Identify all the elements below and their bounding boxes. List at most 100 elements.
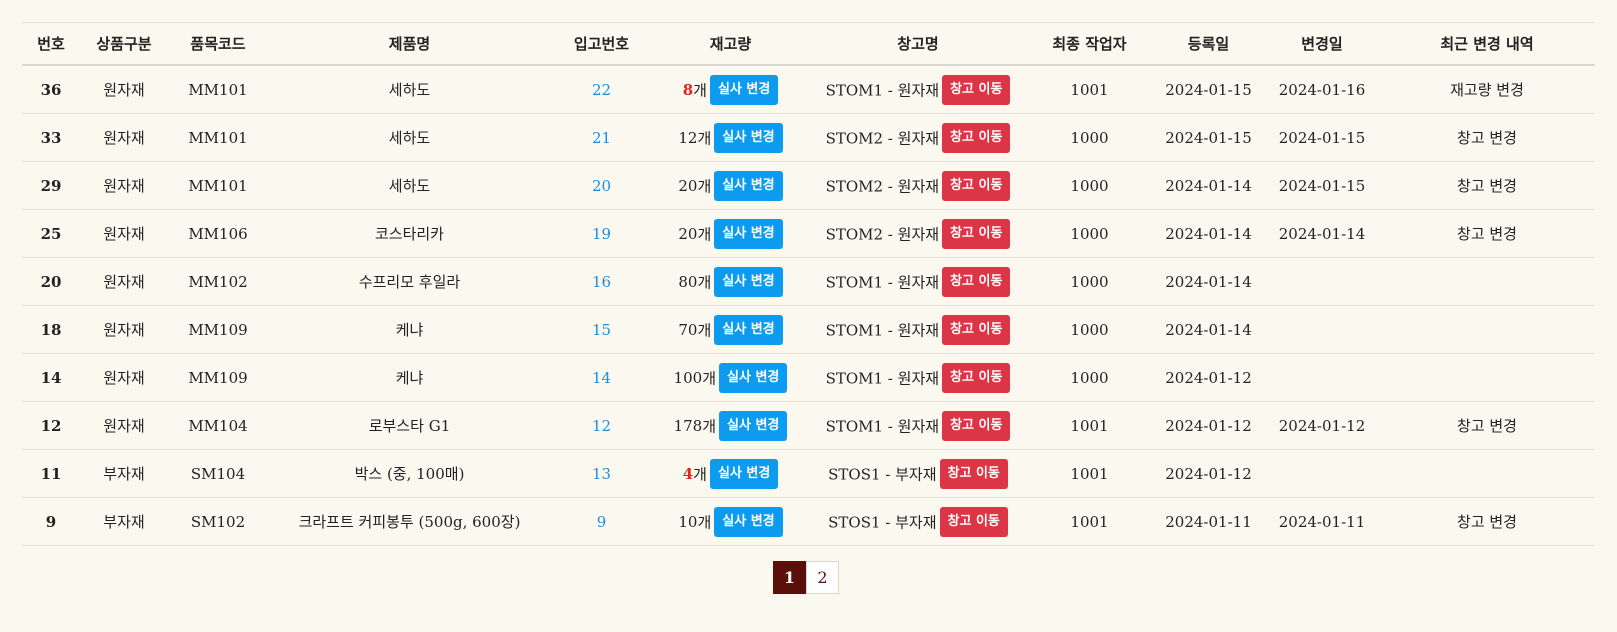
row-category: 원자재 [80,257,168,306]
page-button-2[interactable]: 2 [806,561,839,594]
adjust-stock-button[interactable]: 실사 변경 [709,74,779,105]
header-category: 상품구분 [80,22,168,66]
warehouse-name: STOM1 - 원자재 [825,321,940,339]
warehouse-name: STOM1 - 원자재 [825,417,940,435]
row-stock-cell: 12개 실사 변경 [652,113,809,162]
row-registered-date: 2024-01-15 [1152,65,1265,114]
row-changed-date: 2024-01-11 [1265,497,1379,546]
inventory-table-container: 번호 상품구분 품목코드 제품명 입고번호 재고량 창고명 최종 작업자 등록일… [22,22,1595,546]
adjust-stock-button[interactable]: 실사 변경 [714,314,783,345]
adjust-stock-button[interactable]: 실사 변경 [719,362,788,393]
page-button-1[interactable]: 1 [773,561,806,594]
row-product-name: 수프리모 후일라 [268,257,551,306]
row-last-worker: 1000 [1027,353,1152,402]
row-inbound-link[interactable]: 14 [551,353,652,402]
row-changed-date: 2024-01-12 [1265,401,1379,450]
row-recent-history [1379,353,1595,402]
header-warehouse: 창고명 [809,22,1027,66]
row-inbound-link[interactable]: 13 [551,449,652,498]
move-warehouse-button[interactable]: 창고 이동 [942,170,1011,201]
table-row: 29 원자재 MM101 세하도 20 20개 실사 변경 STOM2 - 원자재 창고 이동 1… [22,161,1595,210]
adjust-stock-button[interactable]: 실사 변경 [714,506,783,537]
stock-qty-value: 12 [678,128,698,147]
row-changed-date: 2024-01-14 [1265,209,1379,258]
row-warehouse-cell: STOM1 - 원자재 창고 이동 [809,401,1027,450]
table-body: 36 원자재 MM101 세하도 22 8개 실사 변경 STOM1 - 원자재 창고 이동 10… [22,65,1595,546]
row-category: 원자재 [80,161,168,210]
row-registered-date: 2024-01-12 [1152,353,1265,402]
warehouse-name: STOM1 - 원자재 [825,81,940,99]
row-registered-date: 2024-01-15 [1152,113,1265,162]
warehouse-name: STOM2 - 원자재 [825,225,940,243]
row-stock-cell: 80개 실사 변경 [652,257,809,306]
table-row: 20 원자재 MM102 수프리모 후일라 16 80개 실사 변경 STOM1 - 원자재 창… [22,257,1595,306]
row-inbound-link[interactable]: 21 [551,113,652,162]
row-stock-cell: 10개 실사 변경 [652,497,809,546]
move-warehouse-button[interactable]: 창고 이동 [939,458,1008,489]
warehouse-name: STOM1 - 원자재 [825,273,940,291]
adjust-stock-button[interactable]: 실사 변경 [709,458,779,489]
row-product-name: 세하도 [268,161,551,210]
row-changed-date [1265,305,1379,354]
header-last-worker: 최종 작업자 [1027,22,1152,66]
move-warehouse-button[interactable]: 창고 이동 [942,410,1011,441]
row-number: 25 [22,209,80,258]
row-category: 원자재 [80,353,168,402]
row-inbound-link[interactable]: 22 [551,65,652,114]
adjust-stock-button[interactable]: 실사 변경 [714,122,783,153]
adjust-stock-button[interactable]: 실사 변경 [714,218,783,249]
header-registered-date: 등록일 [1152,22,1265,66]
row-product-name: 코스타리카 [268,209,551,258]
row-changed-date: 2024-01-15 [1265,113,1379,162]
row-item-code: SM104 [168,449,268,498]
row-inbound-link[interactable]: 12 [551,401,652,450]
row-registered-date: 2024-01-14 [1152,161,1265,210]
row-warehouse-cell: STOS1 - 부자재 창고 이동 [809,497,1027,546]
adjust-stock-button[interactable]: 실사 변경 [714,170,783,201]
row-number: 20 [22,257,80,306]
table-row: 33 원자재 MM101 세하도 21 12개 실사 변경 STOM2 - 원자재 창고 이동 1… [22,113,1595,162]
row-inbound-link[interactable]: 19 [551,209,652,258]
move-warehouse-button[interactable]: 창고 이동 [942,74,1011,105]
stock-qty-unit: 개 [697,177,712,195]
row-registered-date: 2024-01-12 [1152,401,1265,450]
row-item-code: MM104 [168,401,268,450]
move-warehouse-button[interactable]: 창고 이동 [942,218,1011,249]
stock-qty-unit: 개 [693,81,707,99]
row-registered-date: 2024-01-14 [1152,305,1265,354]
move-warehouse-button[interactable]: 창고 이동 [942,266,1011,297]
row-product-name: 케냐 [268,305,551,354]
move-warehouse-button[interactable]: 창고 이동 [942,362,1011,393]
row-stock-cell: 100개 실사 변경 [652,353,809,402]
header-product-name: 제품명 [268,22,551,66]
table-row: 36 원자재 MM101 세하도 22 8개 실사 변경 STOM1 - 원자재 창고 이동 10… [22,65,1595,114]
row-item-code: MM101 [168,161,268,210]
row-inbound-link[interactable]: 20 [551,161,652,210]
row-recent-history: 재고량 변경 [1379,65,1595,114]
move-warehouse-button[interactable]: 창고 이동 [942,314,1011,345]
row-recent-history: 창고 변경 [1379,401,1595,450]
row-product-name: 세하도 [268,113,551,162]
stock-qty-value: 178 [673,416,703,435]
header-inbound-no: 입고번호 [551,22,652,66]
row-changed-date [1265,353,1379,402]
row-warehouse-cell: STOM1 - 원자재 창고 이동 [809,65,1027,114]
row-inbound-link[interactable]: 16 [551,257,652,306]
move-warehouse-button[interactable]: 창고 이동 [942,122,1011,153]
stock-qty-unit: 개 [697,129,712,147]
row-item-code: MM102 [168,257,268,306]
row-inbound-link[interactable]: 9 [551,497,652,546]
table-row: 18 원자재 MM109 케냐 15 70개 실사 변경 STOM1 - 원자재 창고 이동 10… [22,305,1595,354]
row-changed-date [1265,257,1379,306]
move-warehouse-button[interactable]: 창고 이동 [939,506,1008,537]
row-number: 18 [22,305,80,354]
row-recent-history: 창고 변경 [1379,209,1595,258]
row-inbound-link[interactable]: 15 [551,305,652,354]
header-changed-date: 변경일 [1265,22,1379,66]
row-warehouse-cell: STOS1 - 부자재 창고 이동 [809,449,1027,498]
row-product-name: 박스 (중, 100매) [268,449,551,498]
adjust-stock-button[interactable]: 실사 변경 [714,266,783,297]
adjust-stock-button[interactable]: 실사 변경 [719,410,788,441]
row-item-code: MM109 [168,353,268,402]
table-header: 번호 상품구분 품목코드 제품명 입고번호 재고량 창고명 최종 작업자 등록일… [22,22,1595,66]
